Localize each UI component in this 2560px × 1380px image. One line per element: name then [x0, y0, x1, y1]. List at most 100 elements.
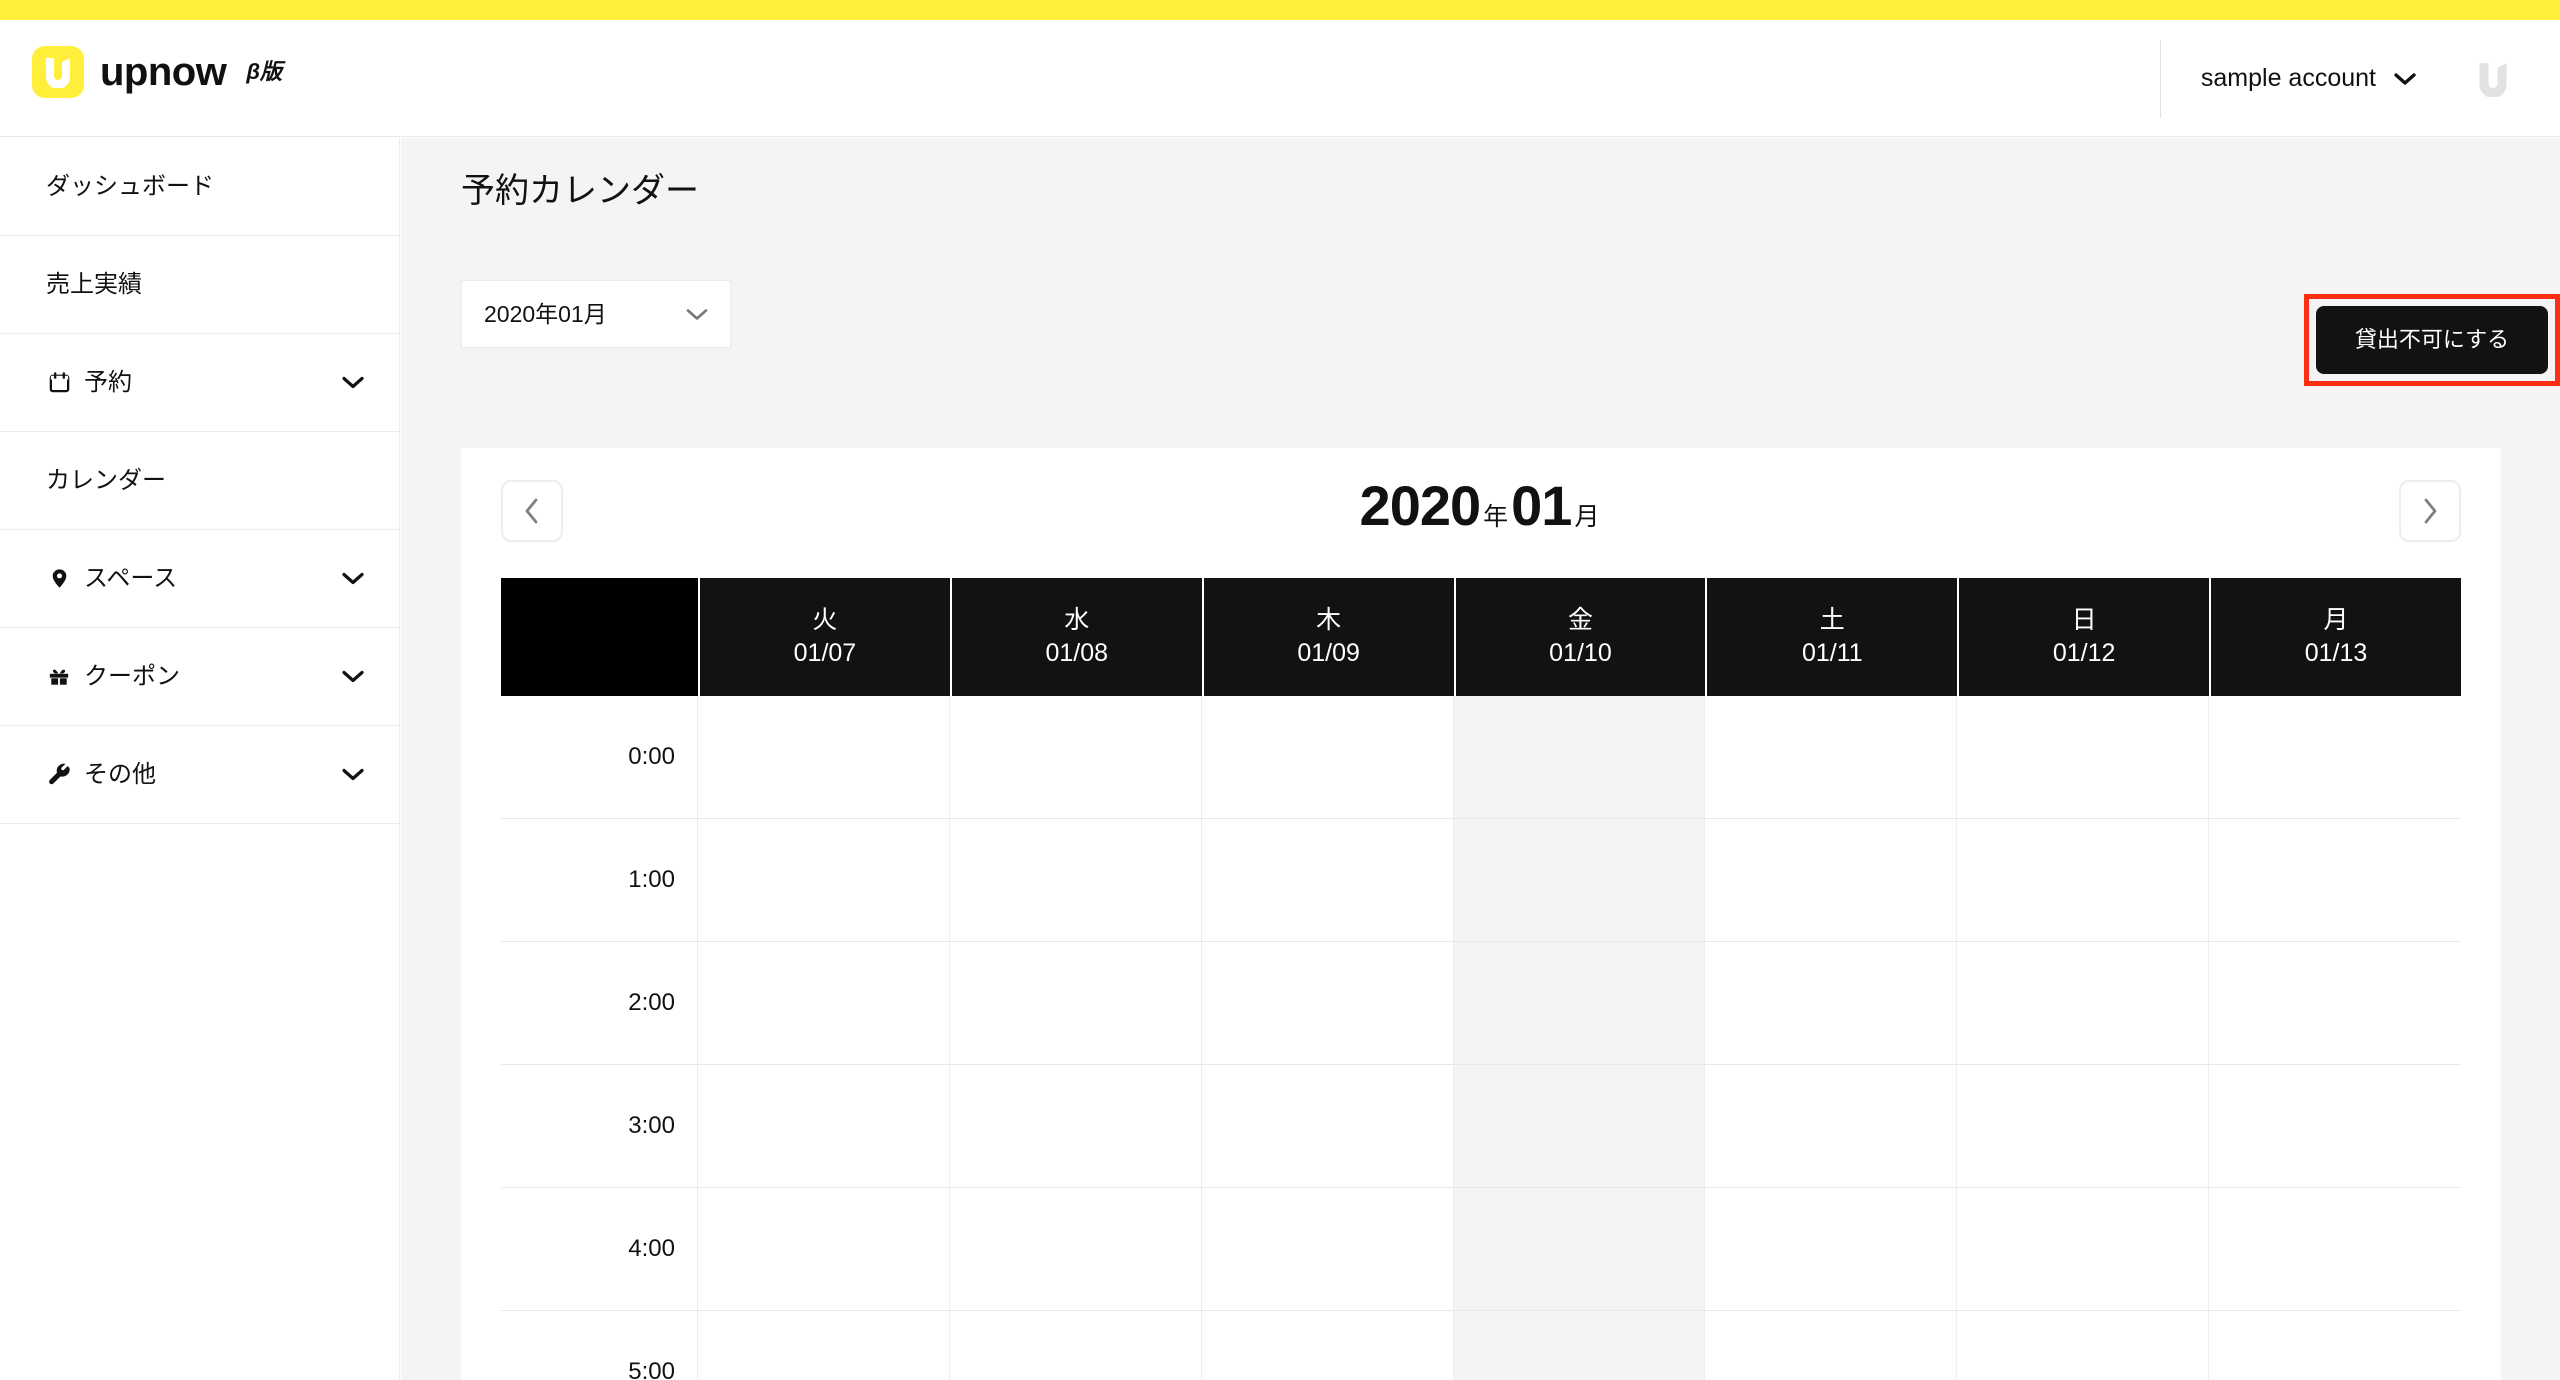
chevron-down-icon	[686, 308, 708, 320]
calendar-time-label: 0:00	[501, 696, 698, 818]
calendar-slot-cell[interactable]	[698, 942, 950, 1064]
calendar-slot-cell[interactable]	[1453, 819, 1706, 941]
calendar-day-of-week: 金	[1567, 606, 1593, 634]
calendar-slot-cell[interactable]	[949, 696, 1202, 818]
chevron-down-icon[interactable]	[341, 375, 365, 390]
calendar-time-label: 4:00	[501, 1188, 698, 1310]
top-accent-bar	[0, 0, 2560, 20]
calendar-slot-cell[interactable]	[698, 1188, 950, 1310]
calendar-slot-cell[interactable]	[1705, 1188, 1958, 1310]
calendar-slot-cell[interactable]	[1453, 1188, 1706, 1310]
calendar-day-header-row: 火 01/07 水 01/08 木 01/09 金 01/10 土 01/11 日 01/12 月 01/…	[501, 578, 2461, 696]
calendar-slot-cell[interactable]	[949, 1188, 1202, 1310]
calendar-slot-cell[interactable]	[1705, 1065, 1958, 1187]
calendar-slot-cell[interactable]	[1201, 942, 1454, 1064]
chevron-down-icon[interactable]	[341, 669, 365, 684]
chevron-right-icon	[2424, 498, 2437, 524]
calendar-day-of-week: 土	[1819, 606, 1845, 634]
avatar-u-glyph	[2479, 62, 2507, 97]
location-pin-icon	[46, 566, 72, 592]
calendar-day-of-week: 日	[2071, 606, 2097, 634]
calendar-slot-cell[interactable]	[1705, 942, 1958, 1064]
header-right-cluster: sample account	[2159, 20, 2560, 137]
calendar-slot-cell[interactable]	[1957, 1065, 2210, 1187]
calendar-slot-cell[interactable]	[949, 942, 1202, 1064]
calendar-time-row: 2:00	[501, 942, 2461, 1065]
calendar-slot-cell[interactable]	[1453, 942, 1706, 1064]
danger-button-highlight: 貸出不可にする	[2304, 294, 2560, 386]
sidebar-item-content: その他	[46, 762, 341, 788]
calendar-slot-cell[interactable]	[1201, 1188, 1454, 1310]
gift-icon	[46, 664, 72, 690]
calendar-slot-cell[interactable]	[2209, 1311, 2461, 1380]
calendar-slot-cell[interactable]	[2209, 696, 2461, 818]
calendar-day-header: 水 01/08	[949, 578, 1202, 696]
calendar-slot-cell[interactable]	[698, 819, 950, 941]
calendar-slot-cell[interactable]	[1957, 696, 2210, 818]
brand-logo[interactable]: upnow β版	[32, 46, 282, 98]
sidebar-item-sales[interactable]: 売上実績	[0, 236, 399, 334]
wrench-glyph	[48, 763, 70, 785]
calendar-slot-cell[interactable]	[1453, 696, 1706, 818]
calendar-day-header: 土 01/11	[1705, 578, 1958, 696]
location-pin-glyph	[52, 569, 66, 588]
month-select-value: 2020年01月	[484, 300, 607, 327]
chevron-down-icon[interactable]	[341, 767, 365, 782]
calendar-slot-cell[interactable]	[698, 1311, 950, 1380]
calendar-slot-cell[interactable]	[2209, 1065, 2461, 1187]
calendar-time-row: 1:00	[501, 819, 2461, 942]
sidebar-item-label: ダッシュボード	[46, 172, 214, 200]
calendar-time-row: 3:00	[501, 1065, 2461, 1188]
calendar-slot-cell[interactable]	[1957, 1311, 2210, 1380]
calendar-slot-cell[interactable]	[1201, 696, 1454, 818]
chevron-down-icon[interactable]	[341, 571, 365, 586]
calendar-slot-cell[interactable]	[1957, 1188, 2210, 1310]
calendar-slot-cell[interactable]	[1957, 942, 2210, 1064]
calendar-slot-cell[interactable]	[698, 1065, 950, 1187]
calendar-title-year-unit: 年	[1483, 503, 1509, 531]
calendar-day-header: 火 01/07	[698, 578, 950, 696]
calendar-day-date: 01/11	[1801, 639, 1863, 667]
sidebar-item-coupon[interactable]: クーポン	[0, 628, 399, 726]
calendar-slot-cell[interactable]	[1201, 819, 1454, 941]
calendar-slot-cell[interactable]	[2209, 1188, 2461, 1310]
sidebar-item-label: クーポン	[84, 662, 180, 690]
sidebar-item-dashboard[interactable]: ダッシュボード	[0, 138, 399, 236]
calendar-day-header: 木 01/09	[1201, 578, 1454, 696]
calendar-slot-cell[interactable]	[2209, 819, 2461, 941]
calendar-slot-cell[interactable]	[1453, 1065, 1706, 1187]
month-select[interactable]: 2020年01月	[461, 280, 731, 348]
calendar-time-row: 5:00	[501, 1311, 2461, 1380]
calendar-glyph	[49, 372, 69, 393]
account-menu[interactable]: sample account	[2195, 56, 2422, 101]
calendar-title-month: 01	[1511, 474, 1572, 537]
calendar-slot-cell[interactable]	[1705, 696, 1958, 818]
calendar-slot-cell[interactable]	[1201, 1065, 1454, 1187]
next-week-button[interactable]	[2399, 480, 2461, 542]
calendar-slot-cell[interactable]	[949, 1311, 1202, 1380]
calendar-slot-cell[interactable]	[1705, 819, 1958, 941]
sidebar-item-label: その他	[84, 760, 156, 788]
sidebar-item-others[interactable]: その他	[0, 726, 399, 824]
calendar-slot-cell[interactable]	[949, 819, 1202, 941]
sidebar-item-reservations[interactable]: 予約	[0, 334, 399, 432]
calendar-time-row: 4:00	[501, 1188, 2461, 1311]
make-unavailable-button[interactable]: 貸出不可にする	[2316, 306, 2548, 374]
calendar-slot-cell[interactable]	[1705, 1311, 1958, 1380]
calendar-day-of-week: 木	[1316, 606, 1342, 634]
account-name: sample account	[2200, 64, 2376, 92]
calendar-grid: 火 01/07 水 01/08 木 01/09 金 01/10 土 01/11 日 01/12 月 01/…	[501, 578, 2461, 1380]
calendar-slot-cell[interactable]	[1201, 1311, 1454, 1380]
calendar-slot-cell[interactable]	[2209, 942, 2461, 1064]
sidebar-item-calendar[interactable]: カレンダー	[0, 432, 399, 530]
sidebar-item-space[interactable]: スペース	[0, 530, 399, 628]
sidebar-item-content: スペース	[46, 566, 341, 592]
calendar-slot-cell[interactable]	[949, 1065, 1202, 1187]
user-avatar-u-icon[interactable]	[2468, 54, 2518, 104]
brand-name: upnow	[100, 50, 227, 94]
calendar-slot-cell[interactable]	[1957, 819, 2210, 941]
calendar-day-date: 01/10	[1549, 639, 1612, 667]
calendar-slot-cell[interactable]	[698, 696, 950, 818]
calendar-slot-cell[interactable]	[1453, 1311, 1706, 1380]
calendar-time-label: 3:00	[501, 1065, 698, 1187]
